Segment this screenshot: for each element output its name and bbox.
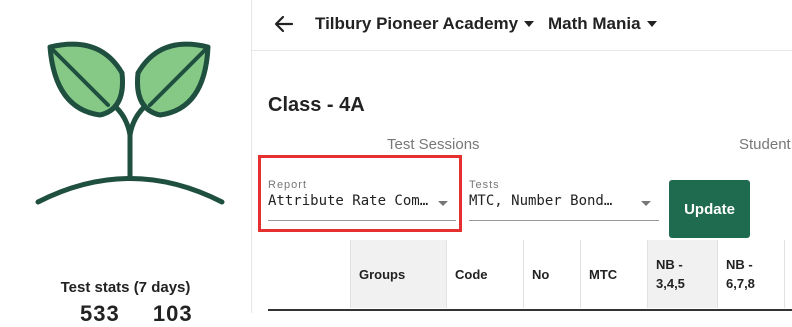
test-stats-values: 533 103 (80, 301, 219, 327)
app-selector[interactable]: Math Mania (548, 14, 657, 34)
column-divider (784, 240, 785, 308)
table-header: Groups Code No MTC NB - 3,4,5 NB - 6,7,8 (268, 240, 792, 310)
field-underline (469, 220, 659, 221)
page-title: Class - 4A (268, 94, 365, 116)
sprout-logo-icon (35, 41, 225, 205)
caret-down-icon (646, 20, 657, 27)
tests-select[interactable]: Tests MTC, Number Bond… (469, 179, 659, 221)
update-button[interactable]: Update (669, 180, 750, 238)
tests-value: MTC, Number Bond… (469, 193, 613, 209)
highlight-box (258, 155, 462, 232)
app-name: Math Mania (548, 14, 641, 33)
table-header-rule (268, 309, 792, 311)
sidebar: Test stats (7 days) 533 103 (0, 0, 252, 326)
top-bar: Tilbury Pioneer Academy Math Mania (252, 0, 792, 51)
tab-test-sessions[interactable]: Test Sessions (387, 136, 480, 153)
test-stats-title: Test stats (7 days) (60, 279, 191, 296)
tab-student[interactable]: Student (739, 136, 791, 153)
back-arrow-icon[interactable] (272, 12, 296, 36)
column-header-groups[interactable]: Groups (351, 240, 446, 308)
stat-value: 533 (80, 301, 120, 326)
tests-label: Tests (469, 179, 500, 191)
column-header-code[interactable]: Code (447, 240, 523, 308)
stat-value: 103 (152, 301, 193, 326)
column-header-nb-345[interactable]: NB - 3,4,5 (648, 240, 717, 308)
school-name: Tilbury Pioneer Academy (315, 14, 519, 33)
caret-down-icon (524, 20, 535, 27)
school-selector[interactable]: Tilbury Pioneer Academy (315, 14, 535, 34)
column-header-no[interactable]: No (524, 240, 580, 308)
table-header-blank (268, 240, 350, 308)
column-header-mtc[interactable]: MTC (581, 240, 647, 308)
column-header-nb-678[interactable]: NB - 6,7,8 (718, 240, 784, 308)
dropdown-arrow-icon (641, 201, 651, 206)
